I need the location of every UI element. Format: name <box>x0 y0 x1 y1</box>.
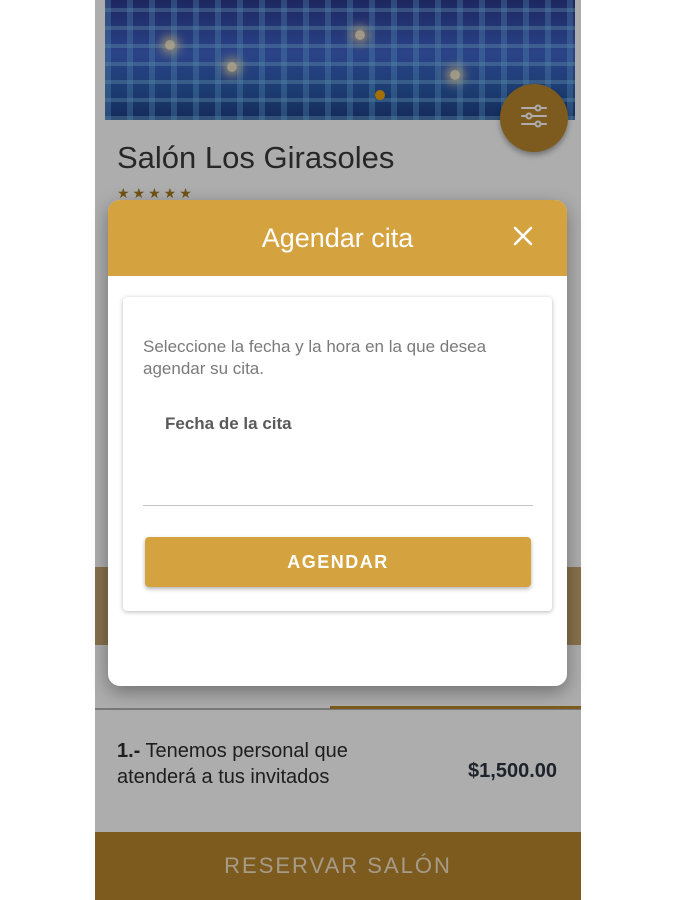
dialog-header: Agendar cita <box>108 200 567 276</box>
dialog-title: Agendar cita <box>261 222 414 253</box>
close-button[interactable] <box>509 224 537 252</box>
close-icon <box>513 226 533 250</box>
schedule-form-card: Seleccione la fecha y la hora en la que … <box>123 297 552 611</box>
date-field-label: Fecha de la cita <box>165 414 292 433</box>
schedule-button[interactable]: AGENDAR <box>145 537 531 587</box>
instructions-text: Seleccione la fecha y la hora en la que … <box>143 337 487 378</box>
schedule-dialog: Agendar cita Seleccione la fecha y la ho… <box>108 200 567 686</box>
date-field[interactable] <box>143 447 533 506</box>
